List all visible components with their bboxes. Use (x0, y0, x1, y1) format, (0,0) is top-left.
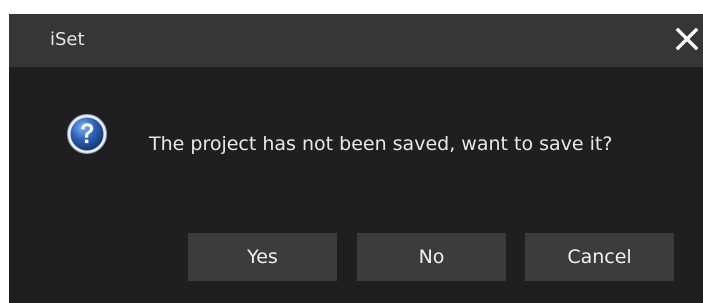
no-button[interactable]: No (357, 233, 506, 281)
window-title: iSet (50, 29, 85, 50)
close-icon (675, 27, 699, 51)
cancel-button[interactable]: Cancel (525, 233, 674, 281)
close-button[interactable] (673, 25, 701, 53)
yes-button[interactable]: Yes (188, 233, 337, 281)
dialog-message: The project has not been saved, want to … (149, 133, 613, 155)
title-bar: iSet (9, 14, 703, 67)
question-icon (66, 113, 108, 155)
save-prompt-dialog: iSet The project has not been saved, wan… (9, 14, 703, 303)
